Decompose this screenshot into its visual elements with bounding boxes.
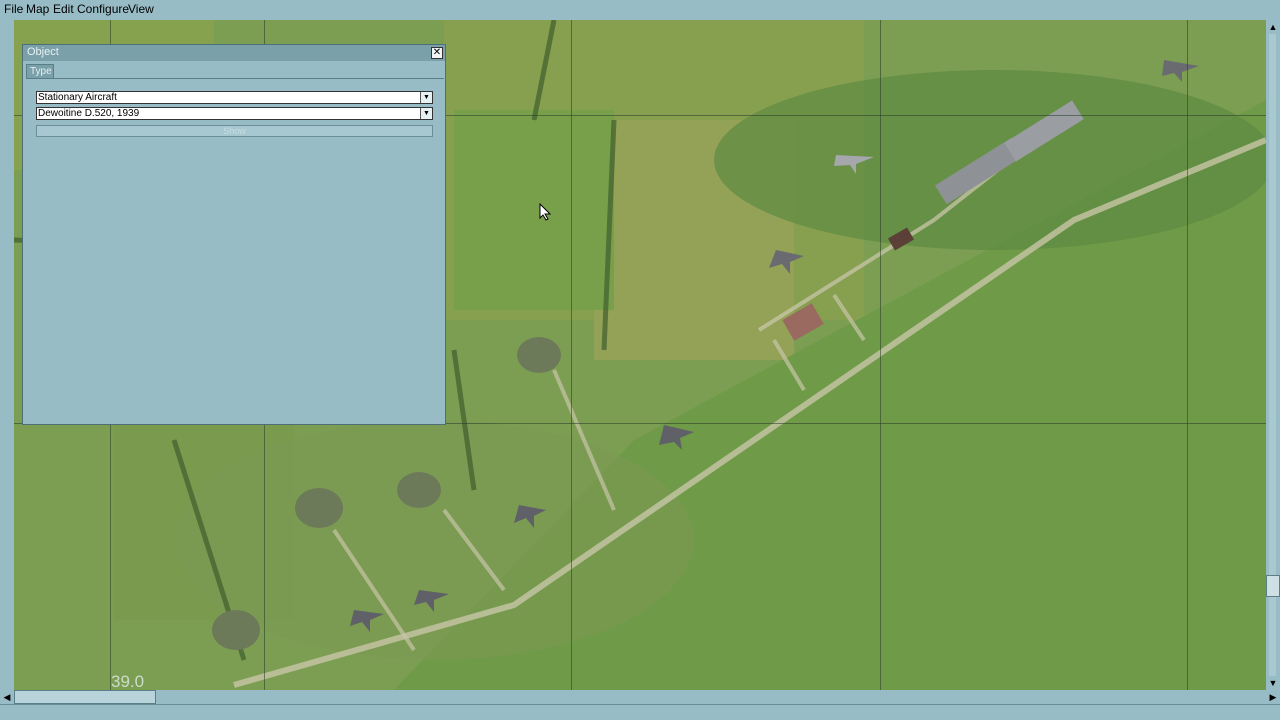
status-bar	[0, 704, 1280, 720]
horizontal-scrollbar[interactable]: ◀ ▶	[0, 690, 1280, 704]
chevron-down-icon[interactable]: ▼	[420, 108, 432, 119]
menu-bar: File Map Edit Configure View	[0, 0, 1280, 20]
category-select-value: Stationary Aircraft	[38, 92, 117, 103]
scroll-up-icon[interactable]: ▲	[1266, 20, 1280, 34]
grid-line	[880, 20, 881, 690]
show-button[interactable]: Show	[36, 125, 433, 137]
menu-edit[interactable]: Edit	[53, 2, 74, 16]
chevron-down-icon[interactable]: ▼	[420, 92, 432, 103]
panel-title: Object	[27, 46, 59, 58]
mouse-pointer-icon	[539, 203, 551, 221]
object-panel: Object ✕ Type Stationary Aircraft ▼ Dewo…	[22, 44, 446, 425]
menu-view[interactable]: View	[128, 2, 154, 16]
scroll-down-icon[interactable]: ▼	[1266, 676, 1280, 690]
model-select-value: Dewoitine D.520, 1939	[38, 108, 140, 119]
scroll-thumb-horizontal[interactable]	[14, 690, 156, 704]
model-select[interactable]: Dewoitine D.520, 1939 ▼	[36, 107, 433, 120]
scroll-left-icon[interactable]: ◀	[0, 690, 14, 704]
vertical-scrollbar[interactable]: ▲ ▼	[1266, 20, 1280, 690]
menu-configure[interactable]: Configure	[77, 2, 129, 16]
grid-line	[1187, 20, 1188, 690]
tab-type[interactable]: Type	[26, 64, 54, 79]
close-icon[interactable]: ✕	[431, 47, 443, 59]
scroll-thumb[interactable]	[1266, 575, 1280, 597]
grid-line	[571, 20, 572, 690]
panel-title-bar[interactable]: Object ✕	[23, 45, 445, 61]
menu-file[interactable]: File	[4, 2, 23, 16]
left-strip	[0, 20, 14, 690]
tab-divider	[54, 78, 444, 79]
scroll-right-icon[interactable]: ▶	[1266, 690, 1280, 704]
category-select[interactable]: Stationary Aircraft ▼	[36, 91, 433, 104]
tab-type-label: Type	[30, 66, 52, 77]
map-coordinate-label: 39.0	[111, 672, 145, 690]
menu-map[interactable]: Map	[26, 2, 49, 16]
